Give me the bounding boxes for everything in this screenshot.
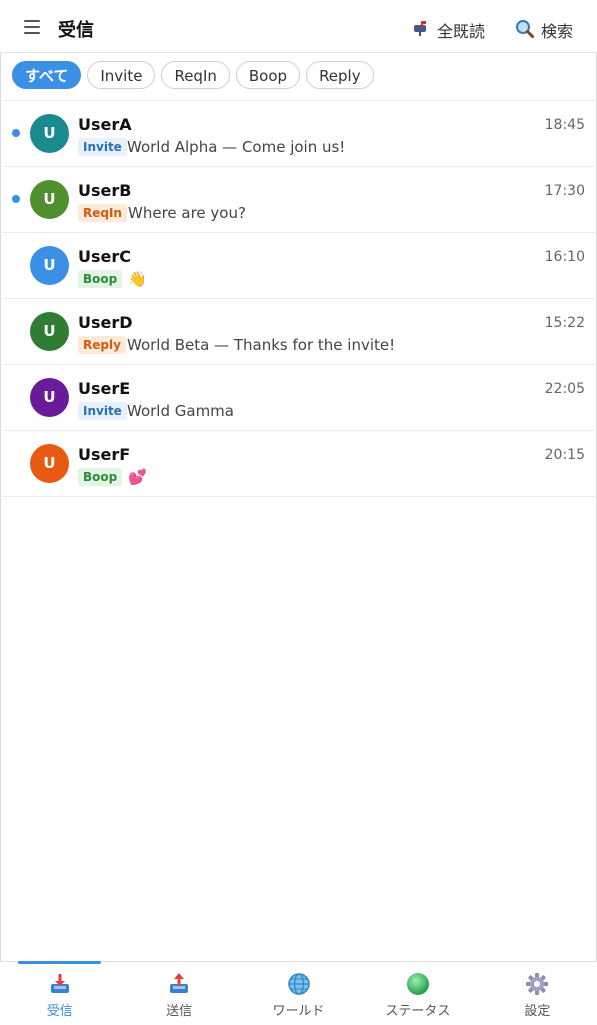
filter-reply[interactable]: Reply <box>306 61 374 89</box>
avatar: U <box>30 312 69 351</box>
avatar: U <box>30 444 69 483</box>
message-preview: Where are you? <box>128 204 246 222</box>
nav-status[interactable]: ステータス <box>358 962 477 1025</box>
sender-name: UserD <box>78 313 133 332</box>
filter-all[interactable]: すべて <box>12 61 82 89</box>
nav-world[interactable]: ワールド <box>239 962 358 1025</box>
nav-inbox-label: 受信 <box>46 1004 73 1019</box>
filter-invite[interactable]: Invite <box>87 61 156 89</box>
avatar: U <box>30 180 69 219</box>
message-type-badge: Invite <box>78 402 127 420</box>
message-row[interactable]: U UserD 15:22 Reply World Beta — Thanks … <box>0 299 597 365</box>
message-row[interactable]: U UserF 20:15 Boop 💕 <box>0 431 597 497</box>
message-type-badge: Boop <box>78 468 123 486</box>
message-preview: World Gamma <box>127 402 234 420</box>
message-time: 16:10 <box>544 249 585 265</box>
message-time: 18:45 <box>544 117 585 133</box>
message-time: 17:30 <box>544 183 585 199</box>
inbox-tray-icon <box>48 972 72 996</box>
avatar: U <box>30 114 69 153</box>
sender-name: UserF <box>78 445 131 464</box>
page-title: 受信 <box>58 20 94 41</box>
nav-status-label: ステータス <box>385 1004 451 1019</box>
nav-inbox[interactable]: 受信 <box>0 961 119 1025</box>
sender-name: UserC <box>78 247 131 266</box>
message-type-badge: Reply <box>78 336 126 354</box>
nav-outbox-label: 送信 <box>166 1004 193 1019</box>
message-row[interactable]: U UserB 17:30 ReqIn Where are you? <box>0 167 597 233</box>
message-type-badge: Boop <box>78 270 123 288</box>
filter-boop[interactable]: Boop <box>235 61 301 89</box>
search-button[interactable]: 検索 <box>515 18 573 42</box>
message-row[interactable]: U UserC 16:10 Boop 👋 <box>0 233 597 299</box>
message-row[interactable]: U UserE 22:05 Invite World Gamma <box>0 365 597 431</box>
avatar: U <box>30 246 69 285</box>
nav-settings-label: 設定 <box>524 1004 551 1019</box>
message-time: 15:22 <box>544 315 585 331</box>
mark-all-read-label: 全既読 <box>437 22 486 41</box>
message-preview: 💕 <box>128 468 147 486</box>
top-bar: 受信 全既読 検索 <box>0 0 597 53</box>
message-type-badge: ReqIn <box>78 204 127 222</box>
gear-icon <box>525 972 549 996</box>
filter-chips: すべて Invite ReqIn Boop Reply <box>12 61 374 89</box>
mailbox-icon <box>412 20 430 40</box>
outbox-tray-icon <box>167 972 191 996</box>
sender-name: UserE <box>78 379 131 398</box>
nav-outbox[interactable]: 送信 <box>119 962 238 1025</box>
message-time: 22:05 <box>544 381 585 397</box>
message-type-badge: Invite <box>78 138 127 156</box>
message-preview: World Beta — Thanks for the invite! <box>127 336 396 354</box>
search-label: 検索 <box>541 22 574 41</box>
avatar: U <box>30 378 69 417</box>
nav-settings[interactable]: 設定 <box>478 962 597 1025</box>
unread-dot <box>12 129 20 137</box>
message-preview: 👋 <box>128 270 147 288</box>
message-time: 20:15 <box>544 447 585 463</box>
message-list: U UserA 18:45 Invite World Alpha — Come … <box>0 100 597 497</box>
globe-icon <box>287 972 311 996</box>
nav-world-label: ワールド <box>272 1004 325 1019</box>
sender-name: UserA <box>78 115 132 134</box>
message-preview: World Alpha — Come join us! <box>127 138 346 156</box>
status-circle-icon <box>406 972 430 996</box>
search-icon <box>515 19 534 42</box>
bottom-nav: 受信 送信 ワールド ステータス 設定 <box>0 961 597 1025</box>
filter-reqin[interactable]: ReqIn <box>161 61 230 89</box>
hamburger-menu-icon[interactable] <box>24 20 40 34</box>
unread-dot <box>12 195 20 203</box>
message-row[interactable]: U UserA 18:45 Invite World Alpha — Come … <box>0 101 597 167</box>
sender-name: UserB <box>78 181 132 200</box>
mark-all-read-button[interactable]: 全既読 <box>412 18 485 42</box>
